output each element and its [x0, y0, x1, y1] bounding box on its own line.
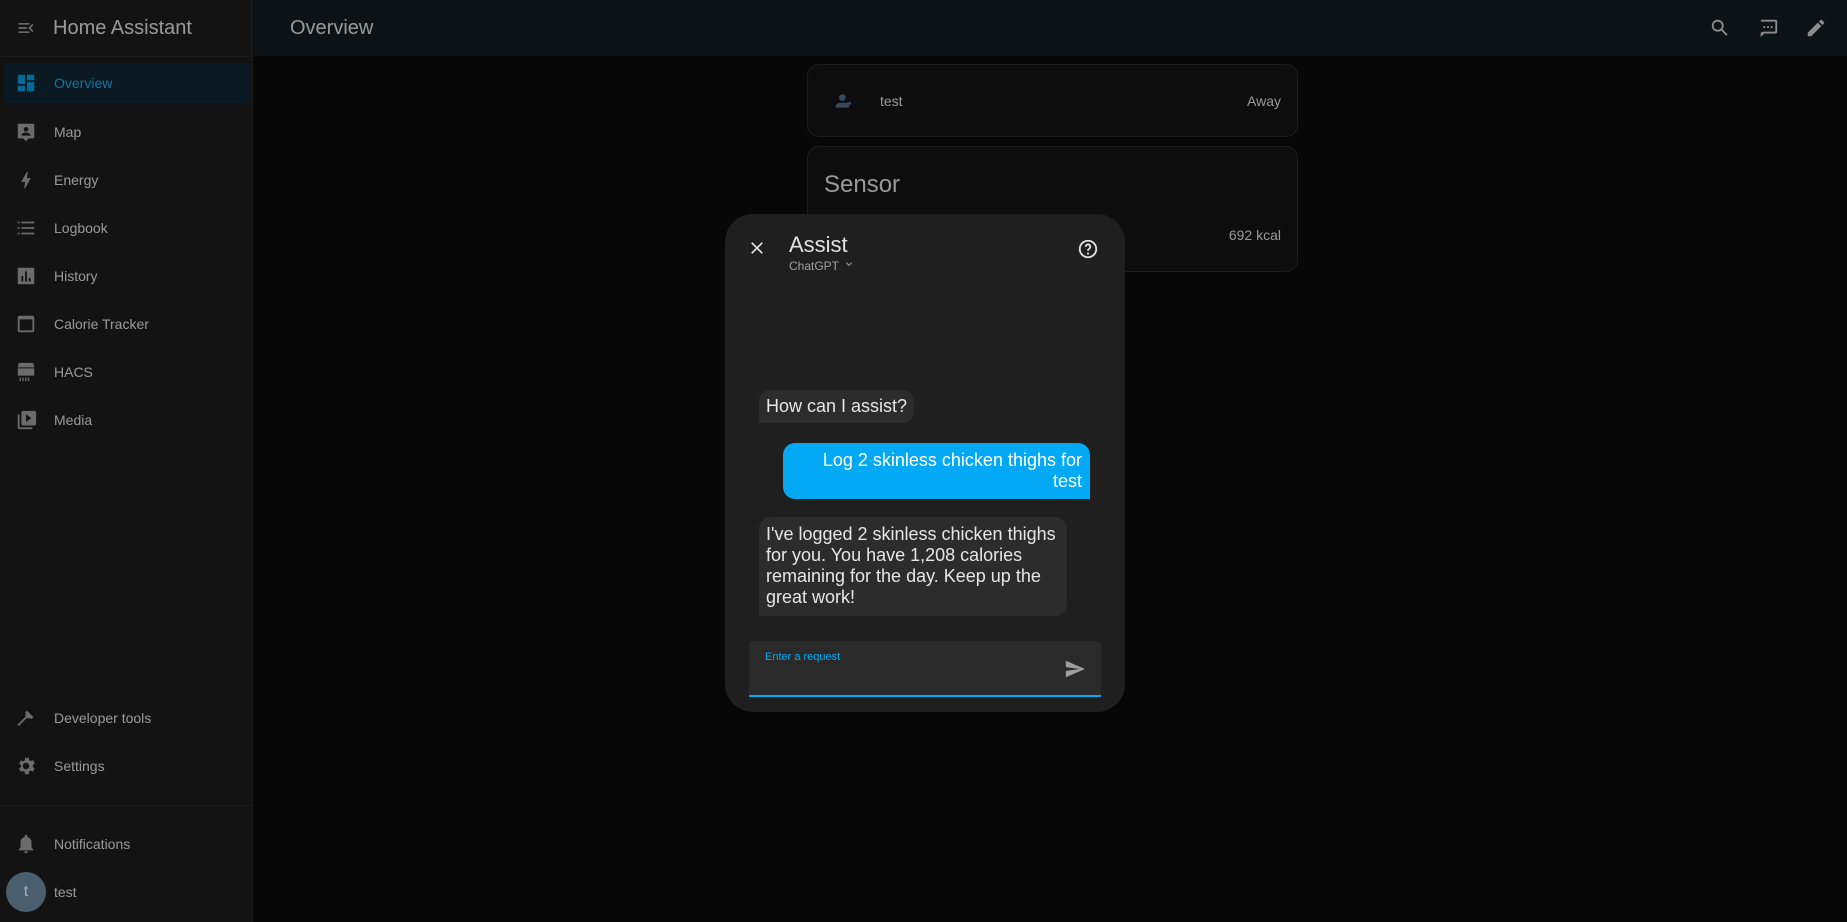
- close-icon[interactable]: [745, 236, 769, 260]
- agent-name: ChatGPT: [789, 258, 840, 273]
- request-field-label: Enter a request: [765, 651, 841, 663]
- send-icon[interactable]: [1063, 657, 1087, 681]
- dialog-title: Assist: [789, 232, 848, 257]
- agent-selector[interactable]: ChatGPT: [789, 258, 855, 273]
- assist-dialog: Assist ChatGPT How can I assist? Log 2 s…: [725, 214, 1125, 712]
- chevron-down-icon: [843, 258, 855, 273]
- assistant-message: I've logged 2 skinless chicken thighs fo…: [759, 517, 1067, 616]
- help-icon[interactable]: [1076, 237, 1100, 261]
- assistant-message: How can I assist?: [759, 390, 915, 423]
- request-text-field[interactable]: Enter a request: [749, 641, 1101, 697]
- request-input[interactable]: [765, 665, 1049, 691]
- user-message: Log 2 skinless chicken thighs for test: [783, 443, 1090, 499]
